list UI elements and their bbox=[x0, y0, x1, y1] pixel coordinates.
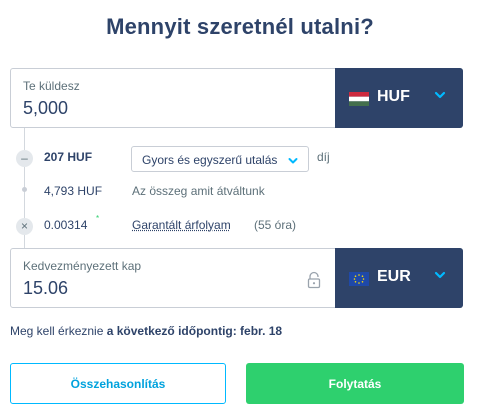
converted-label: Az összeg amit átváltunk bbox=[132, 184, 265, 198]
chevron-down-icon bbox=[433, 268, 447, 282]
send-currency-select[interactable]: HUF bbox=[335, 68, 463, 128]
fee-amount: 207 HUF bbox=[44, 150, 93, 164]
receive-currency-select[interactable]: EUR bbox=[335, 248, 463, 308]
compare-button[interactable]: Összehasonlítás bbox=[10, 363, 226, 404]
arrival-prefix: Meg kell érkeznie bbox=[10, 324, 104, 338]
send-amount-label: Te küldesz bbox=[23, 79, 80, 93]
lock-icon[interactable] bbox=[306, 271, 322, 289]
receive-amount-label: Kedvezményezett kap bbox=[23, 259, 142, 273]
rail-dot bbox=[22, 187, 27, 192]
rate-footnote-star: * bbox=[96, 214, 100, 223]
send-currency-code: HUF bbox=[377, 88, 410, 105]
minus-icon: – bbox=[16, 150, 33, 167]
chevron-down-icon bbox=[287, 154, 299, 166]
continue-button[interactable]: Folytatás bbox=[246, 363, 464, 404]
fee-unit-label: díj bbox=[317, 150, 330, 164]
guaranteed-rate-hours: (55 óra) bbox=[254, 218, 297, 232]
send-amount-field[interactable]: Te küldesz 5,000 HUF bbox=[10, 68, 463, 128]
fee-method-value: Gyors és egyszerű utalás bbox=[142, 153, 278, 167]
chevron-down-icon bbox=[433, 88, 447, 102]
receive-amount-value[interactable]: 15.06 bbox=[23, 278, 68, 299]
hungary-flag-icon bbox=[349, 92, 369, 106]
receive-currency-code: EUR bbox=[377, 268, 411, 285]
guaranteed-rate-link[interactable]: Garantált árfolyam bbox=[132, 218, 231, 232]
fee-method-select[interactable]: Gyors és egyszerű utalás bbox=[131, 146, 309, 172]
page-title: Mennyit szeretnél utalni? bbox=[106, 14, 374, 39]
arrival-estimate: Meg kell érkeznie a következő időpontig:… bbox=[10, 324, 282, 338]
exchange-rate-value: 0.00314 bbox=[44, 218, 88, 232]
converted-amount: 4,793 HUF bbox=[44, 184, 103, 198]
send-amount-value[interactable]: 5,000 bbox=[23, 98, 68, 119]
arrival-date: a következő időpontig: febr. 18 bbox=[106, 324, 283, 338]
eu-flag-icon bbox=[349, 272, 369, 286]
multiply-icon: × bbox=[16, 218, 33, 235]
receive-amount-field[interactable]: Kedvezményezett kap 15.06 EUR bbox=[10, 248, 463, 308]
